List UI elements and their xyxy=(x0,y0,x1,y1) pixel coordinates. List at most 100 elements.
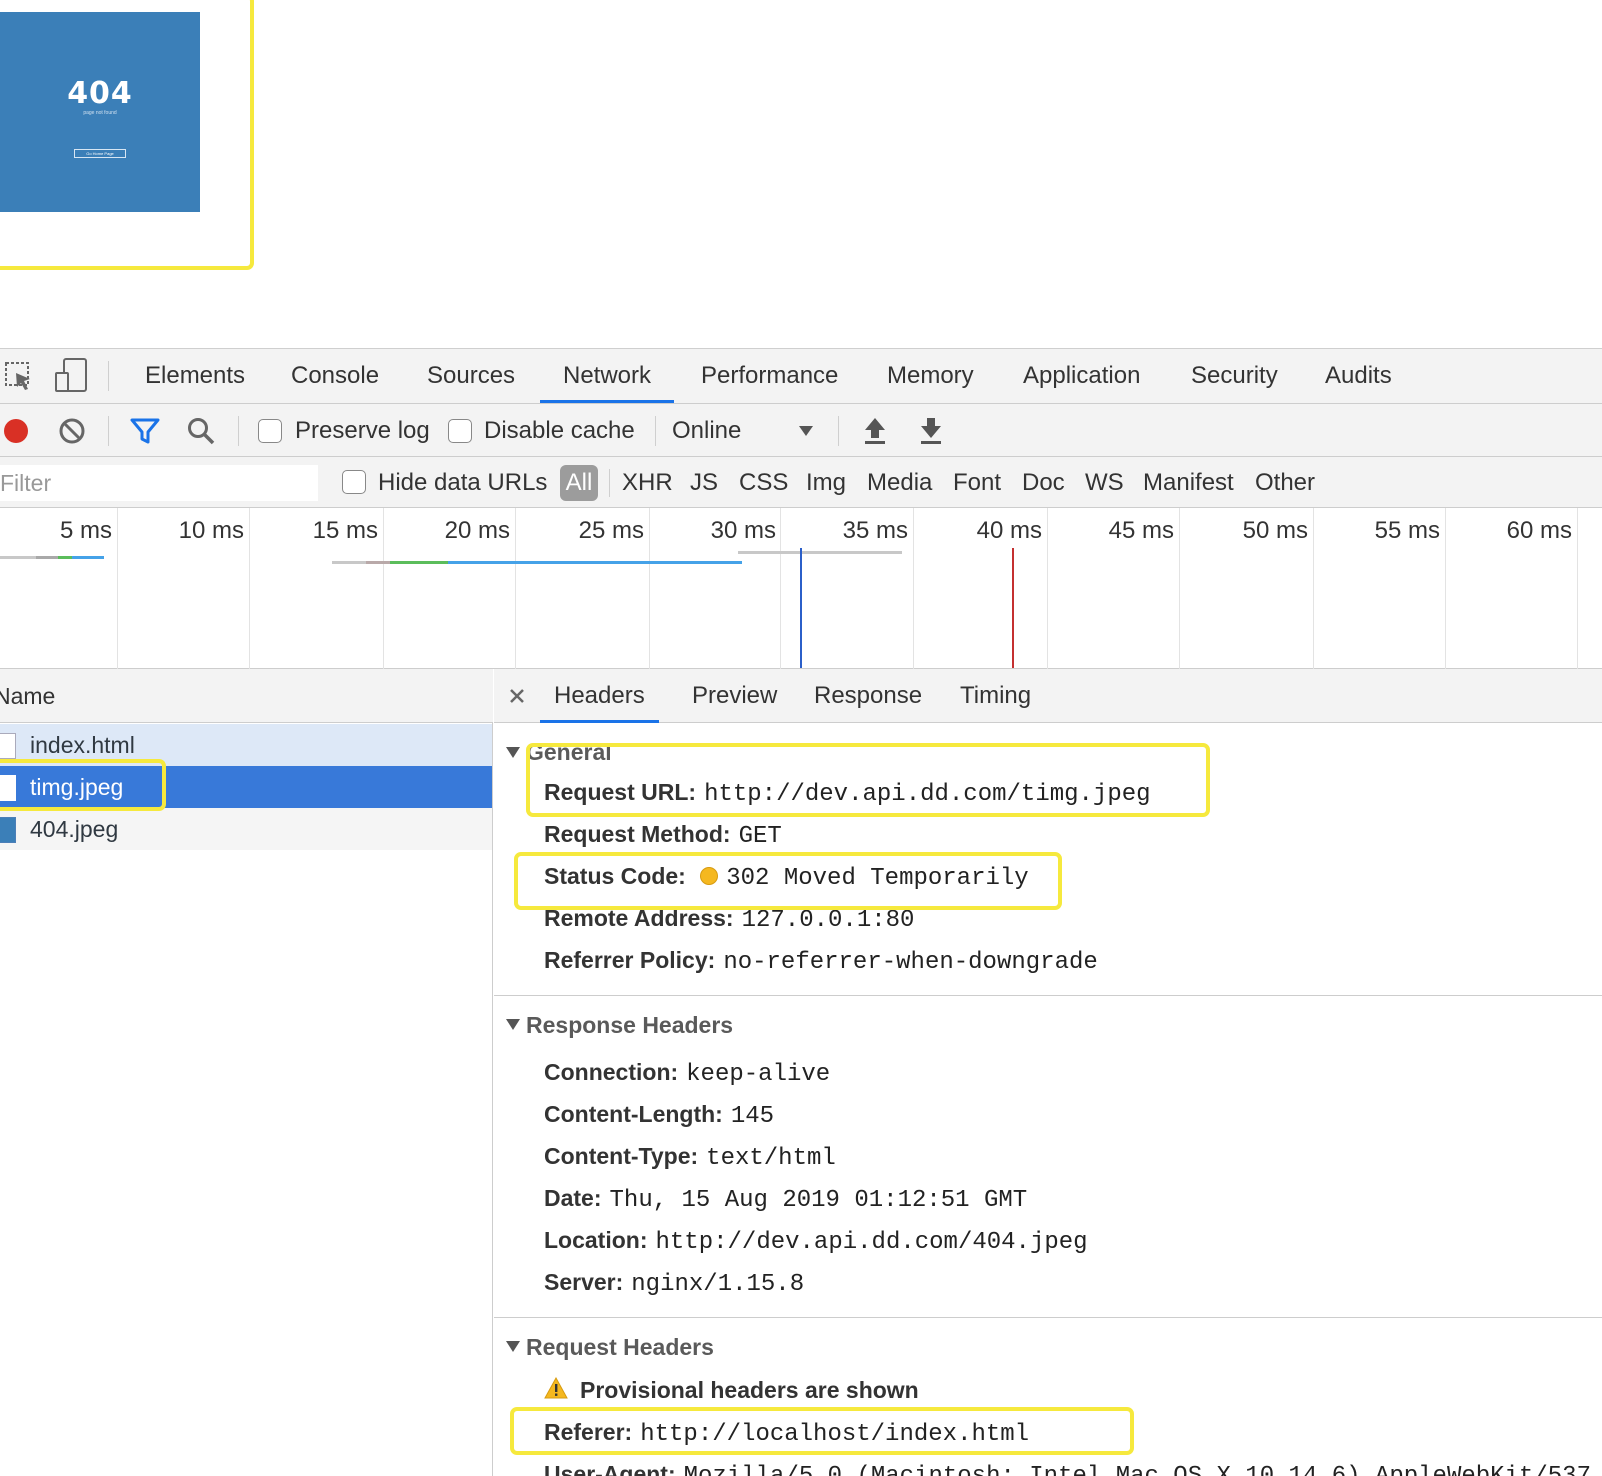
header-value: 145 xyxy=(730,1103,775,1130)
request-details-panel: Headers Preview Response Timing General … xyxy=(494,669,1602,1476)
filter-icon[interactable] xyxy=(130,417,160,445)
response-header-row: Location: http://dev.api.dd.com/404.jpeg xyxy=(544,1227,1088,1256)
header-key: Server: xyxy=(544,1269,624,1295)
network-toolbar: Preserve log Disable cache Online xyxy=(0,404,1602,457)
tab-memory[interactable]: Memory xyxy=(887,349,974,403)
header-key: Location: xyxy=(544,1227,648,1253)
tab-network[interactable]: Network xyxy=(540,349,675,403)
tick-label: 55 ms xyxy=(1374,517,1440,544)
highlight-request-url xyxy=(526,743,1210,817)
load-event-line xyxy=(1012,548,1014,668)
page-preview-area: 404 page not found Go Home Page xyxy=(0,0,1602,348)
toolbar-separator xyxy=(238,416,239,446)
details-tabs: Headers Preview Response Timing xyxy=(494,669,1602,723)
section-response-headers-title[interactable]: Response Headers xyxy=(526,1012,733,1039)
tab-sources[interactable]: Sources xyxy=(427,349,515,403)
header-key: Request Method: xyxy=(544,821,731,847)
tab-preview[interactable]: Preview xyxy=(692,669,777,723)
clear-icon[interactable] xyxy=(58,417,86,445)
highlight-referer xyxy=(510,1407,1134,1455)
collapse-triangle-icon[interactable] xyxy=(506,1341,520,1352)
device-toolbar-icon[interactable] xyxy=(54,357,90,395)
tick-label: 40 ms xyxy=(976,517,1042,544)
grid-line xyxy=(1577,508,1578,669)
filter-type-ws[interactable]: WS xyxy=(1085,457,1124,508)
highlight-timg-row xyxy=(0,759,166,811)
hide-data-urls-label: Hide data URLs xyxy=(378,469,548,496)
tab-application[interactable]: Application xyxy=(1023,349,1140,403)
header-value: 127.0.0.1:80 xyxy=(741,907,915,934)
close-icon[interactable] xyxy=(508,687,526,705)
tick-label: 35 ms xyxy=(842,517,908,544)
header-value: Mozilla/5.0 (Macintosh; Intel Mac OS X 1… xyxy=(684,1463,1591,1476)
header-value: keep-alive xyxy=(686,1061,831,1088)
tab-security[interactable]: Security xyxy=(1191,349,1278,403)
grid-line xyxy=(780,508,781,669)
filter-type-all[interactable]: All xyxy=(560,465,598,501)
grid-line xyxy=(1047,508,1048,669)
toolbar-separator xyxy=(108,416,109,446)
section-request-headers-title[interactable]: Request Headers xyxy=(526,1334,714,1361)
response-header-row: Date: Thu, 15 Aug 2019 01:12:51 GMT xyxy=(544,1185,1027,1214)
network-overview-timeline[interactable]: 5 ms 10 ms 15 ms 20 ms 25 ms 30 ms 35 ms… xyxy=(0,508,1602,669)
header-value: http://dev.api.dd.com/404.jpeg xyxy=(655,1229,1088,1256)
record-icon[interactable] xyxy=(2,416,32,446)
header-value: no-referrer-when-downgrade xyxy=(723,949,1098,976)
chevron-down-icon[interactable] xyxy=(798,424,814,438)
header-key: Content-Type: xyxy=(544,1143,699,1169)
request-row-404-jpeg[interactable]: 404.jpeg xyxy=(0,808,492,850)
toolbar-separator xyxy=(655,416,656,446)
waterfall-bar xyxy=(58,556,72,559)
tab-timing[interactable]: Timing xyxy=(960,669,1031,723)
devtools-panel: Elements Console Sources Network Perform… xyxy=(0,348,1602,1476)
tab-console[interactable]: Console xyxy=(291,349,379,403)
tab-audits[interactable]: Audits xyxy=(1325,349,1392,403)
filter-type-xhr[interactable]: XHR xyxy=(622,457,673,508)
filter-type-js[interactable]: JS xyxy=(690,457,718,508)
export-har-icon[interactable] xyxy=(918,416,944,446)
throttle-select[interactable]: Online xyxy=(672,417,741,445)
header-value: Thu, 15 Aug 2019 01:12:51 GMT xyxy=(609,1187,1028,1214)
filter-type-doc[interactable]: Doc xyxy=(1022,457,1065,508)
name-column-label: Name xyxy=(0,683,56,709)
preserve-log-checkbox[interactable] xyxy=(258,419,282,443)
filter-type-css[interactable]: CSS xyxy=(739,457,788,508)
tick-label: 15 ms xyxy=(312,517,378,544)
inspect-element-icon[interactable] xyxy=(4,359,34,393)
toolbar-separator xyxy=(838,416,839,446)
hide-data-urls-checkbox[interactable] xyxy=(342,470,366,494)
header-key: Date: xyxy=(544,1185,602,1211)
tab-headers[interactable]: Headers xyxy=(540,669,659,723)
header-key: Connection: xyxy=(544,1059,679,1085)
response-header-row: Connection: keep-alive xyxy=(544,1059,830,1088)
collapse-triangle-icon[interactable] xyxy=(506,747,520,758)
search-icon[interactable] xyxy=(186,416,216,446)
tab-performance[interactable]: Performance xyxy=(701,349,838,403)
header-value: text/html xyxy=(706,1145,836,1172)
tab-response[interactable]: Response xyxy=(814,669,922,723)
provisional-headers-warning: Provisional headers are shown xyxy=(580,1377,919,1404)
dom-content-loaded-line xyxy=(800,548,802,668)
waterfall-bar xyxy=(332,561,366,564)
name-column-header[interactable]: Name xyxy=(0,669,493,723)
filter-type-media[interactable]: Media xyxy=(867,457,932,508)
filter-input[interactable]: Filter xyxy=(0,465,318,501)
filter-type-other[interactable]: Other xyxy=(1255,457,1315,508)
filter-type-font[interactable]: Font xyxy=(953,457,1001,508)
grid-line xyxy=(649,508,650,669)
filter-type-img[interactable]: Img xyxy=(806,457,846,508)
header-key: Content-Length: xyxy=(544,1101,723,1127)
header-value: nginx/1.15.8 xyxy=(631,1271,805,1298)
tab-elements[interactable]: Elements xyxy=(145,349,245,403)
filter-type-manifest[interactable]: Manifest xyxy=(1143,457,1234,508)
waterfall-bar xyxy=(390,561,448,564)
devtools-main-tabs: Elements Console Sources Network Perform… xyxy=(0,349,1602,404)
waterfall-bar xyxy=(72,556,104,559)
tick-label: 30 ms xyxy=(710,517,776,544)
import-har-icon[interactable] xyxy=(862,416,888,446)
document-file-icon xyxy=(0,733,16,759)
collapse-triangle-icon[interactable] xyxy=(506,1019,520,1030)
warning-text: Provisional headers are shown xyxy=(580,1377,919,1403)
grid-line xyxy=(383,508,384,669)
disable-cache-checkbox[interactable] xyxy=(448,419,472,443)
